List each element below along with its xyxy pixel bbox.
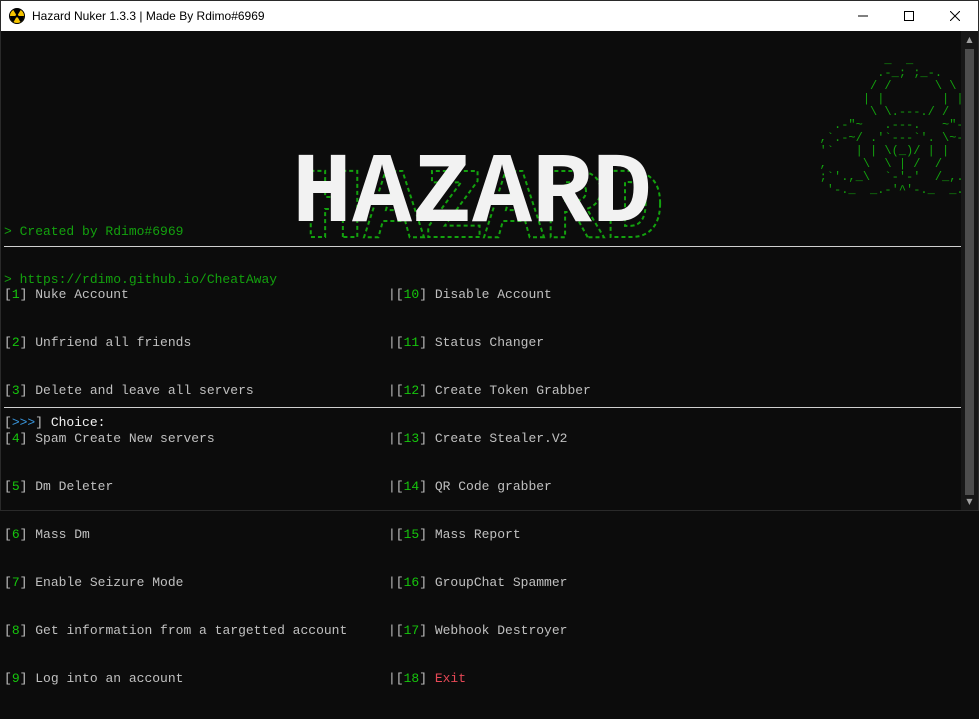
menu-label: GroupChat Spammer [434, 575, 568, 590]
menu-label: Log into an account [35, 671, 184, 686]
menu-item-groupchat-spammer[interactable]: |[16] GroupChat Spammer [388, 575, 591, 591]
prompt-arrows: >>> [11, 415, 36, 430]
menu-label: Create Token Grabber [434, 383, 591, 398]
close-icon [950, 11, 960, 21]
window-title: Hazard Nuker 1.3.3 | Made By Rdimo#6969 [32, 9, 265, 23]
menu-item-mass-dm[interactable]: [6] Mass Dm [4, 527, 347, 543]
choice-prompt[interactable]: [>>>] Choice: [4, 415, 105, 431]
menu-label: QR Code grabber [434, 479, 552, 494]
biohazard-ascii-art: _ _ .-_; ;_-. / / \ \ | | | | \ \.---./ … [819, 53, 979, 197]
hazard-logo: HAZARD HAZARD [292, 139, 665, 249]
window-controls [840, 1, 978, 31]
menu-number: 2 [11, 335, 20, 350]
scroll-down-icon[interactable]: ▼ [961, 493, 978, 510]
minimize-icon [858, 15, 868, 17]
menu-number: 13 [403, 431, 420, 446]
prompt-label: Choice: [50, 415, 106, 430]
menu-item-token-grabber[interactable]: |[12] Create Token Grabber [388, 383, 591, 399]
menu-item-webhook-destroyer[interactable]: |[17] Webhook Destroyer [388, 623, 591, 639]
menu-label: Spam Create New servers [35, 431, 215, 446]
close-button[interactable] [932, 1, 978, 31]
divider-bottom [4, 407, 962, 408]
menu-number: 14 [403, 479, 420, 494]
menu-item-nuke-account[interactable]: [1] Nuke Account [4, 287, 347, 303]
console-window: Hazard Nuker 1.3.3 | Made By Rdimo#6969 … [0, 0, 979, 686]
maximize-icon [904, 11, 914, 21]
minimize-button[interactable] [840, 1, 886, 31]
menu-number: 17 [403, 623, 420, 638]
credit-author: > Created by Rdimo#6969 [4, 224, 184, 239]
menu-label: Create Stealer.V2 [434, 431, 568, 446]
menu-label: Webhook Destroyer [434, 623, 568, 638]
menu-label: Disable Account [434, 287, 552, 302]
menu-number: 1 [11, 287, 20, 302]
menu-item-spam-servers[interactable]: [4] Spam Create New servers [4, 431, 347, 447]
menu-number: 12 [403, 383, 420, 398]
menu-item-mass-report[interactable]: |[15] Mass Report [388, 527, 591, 543]
menu-item-status-changer[interactable]: |[11] Status Changer [388, 335, 591, 351]
terminal-output[interactable]: HAZARD HAZARD _ _ .-_; ;_-. / / \ \ | | … [2, 31, 979, 686]
menu-number: 11 [403, 335, 420, 350]
menu-item-get-info[interactable]: [8] Get information from a targetted acc… [4, 623, 347, 639]
logo-text: HAZARD [292, 139, 652, 249]
menu-label: Mass Dm [35, 527, 90, 542]
menu-number: 6 [11, 527, 20, 542]
menu-item-delete-servers[interactable]: [3] Delete and leave all servers [4, 383, 347, 399]
menu-label: Status Changer [434, 335, 545, 350]
menu-number: 8 [11, 623, 20, 638]
menu-number: 9 [11, 671, 20, 686]
menu-label: Delete and leave all servers [35, 383, 254, 398]
menu-item-stealer[interactable]: |[13] Create Stealer.V2 [388, 431, 591, 447]
menu-item-exit[interactable]: |[18] Exit [388, 671, 591, 687]
menu-label: Nuke Account [35, 287, 129, 302]
menu-right: |[10] Disable Account |[11] Status Chang… [388, 255, 591, 719]
menu-number: 15 [403, 527, 420, 542]
radiation-icon [9, 8, 25, 24]
menu-item-unfriend[interactable]: [2] Unfriend all friends [4, 335, 347, 351]
menu-item-seizure-mode[interactable]: [7] Enable Seizure Mode [4, 575, 347, 591]
maximize-button[interactable] [886, 1, 932, 31]
menu-label: Mass Report [434, 527, 521, 542]
menu-label: Dm Deleter [35, 479, 114, 494]
menu-number: 7 [11, 575, 20, 590]
scroll-thumb[interactable] [965, 49, 974, 495]
menu-label: Get information from a targetted account [35, 623, 348, 638]
vertical-scrollbar[interactable]: ▲ ▼ [961, 31, 978, 510]
menu-item-qr-grabber[interactable]: |[14] QR Code grabber [388, 479, 591, 495]
menu-label: Enable Seizure Mode [35, 575, 184, 590]
menu-item-dm-deleter[interactable]: [5] Dm Deleter [4, 479, 347, 495]
menu-left: [1] Nuke Account [2] Unfriend all friend… [4, 255, 347, 719]
menu-item-disable-account[interactable]: |[10] Disable Account [388, 287, 591, 303]
divider-top [4, 246, 962, 247]
menu-number: 16 [403, 575, 420, 590]
menu-label: Exit [434, 671, 467, 686]
menu-number: 4 [11, 431, 20, 446]
scroll-up-icon[interactable]: ▲ [961, 31, 978, 48]
menu-number: 5 [11, 479, 20, 494]
menu-number: 3 [11, 383, 20, 398]
menu-label: Unfriend all friends [35, 335, 192, 350]
menu-number: 18 [403, 671, 420, 686]
title-bar[interactable]: Hazard Nuker 1.3.3 | Made By Rdimo#6969 [1, 1, 978, 31]
menu-item-log-in[interactable]: [9] Log into an account [4, 671, 347, 687]
menu-number: 10 [403, 287, 420, 302]
